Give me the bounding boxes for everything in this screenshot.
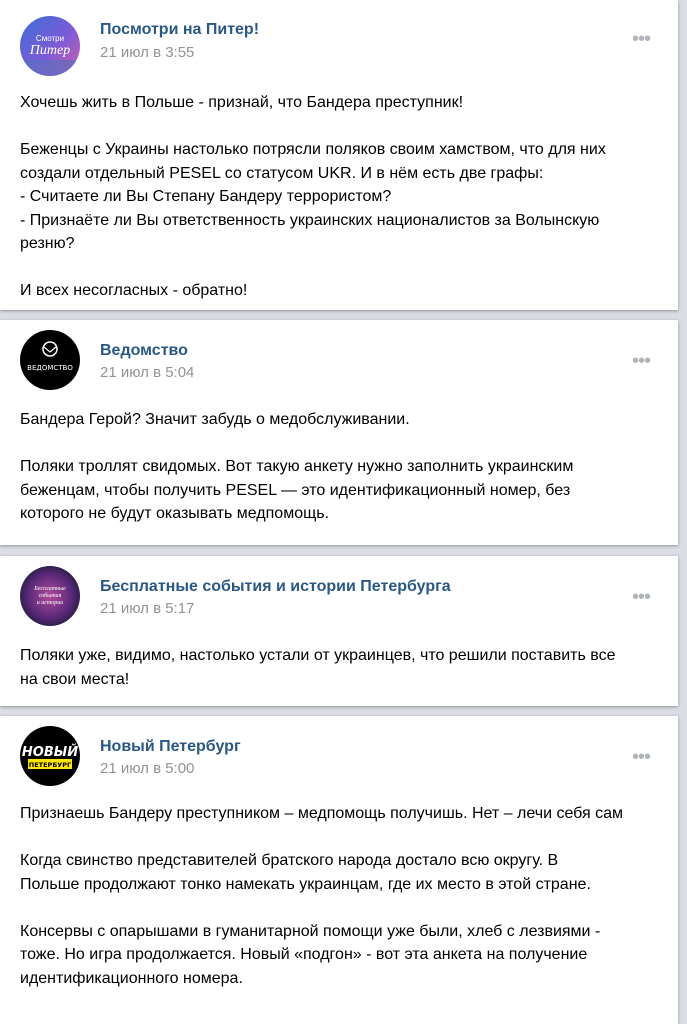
more-options-icon[interactable]: ••• — [632, 29, 651, 49]
post-paragraph: Консервы с опарышами в гуманитарной помо… — [20, 922, 601, 987]
avatar-logo-text-bottom: ПЕТЕРБУРГ — [29, 761, 71, 769]
community-avatar[interactable]: Смотри Питер — [20, 16, 80, 76]
community-avatar[interactable]: НОВЫЙ ПЕТЕРБУРГ — [20, 726, 80, 786]
svg-text:и истории: и истории — [37, 600, 64, 606]
avatar-logo-text-top: НОВЫЙ — [22, 744, 78, 760]
post-paragraph: Признаешь Бандеру преступником – медпомо… — [20, 805, 623, 822]
more-options-icon[interactable]: ••• — [632, 587, 651, 607]
community-avatar[interactable]: Бесплатные события и истории — [20, 566, 80, 626]
post-author[interactable]: Новый Петербург — [100, 738, 241, 756]
post-date[interactable]: 21 июл в 5:04 — [100, 364, 194, 381]
post-paragraph: Поляки уже, видимо, настолько устали от … — [20, 647, 616, 688]
post-card: НОВЫЙ ПЕТЕРБУРГ Новый Петербург 21 июл в… — [0, 716, 678, 1024]
post-date[interactable]: 21 июл в 5:17 — [100, 600, 194, 617]
post-text: Хочешь жить в Польше - признай, что Банд… — [20, 91, 658, 303]
post-author[interactable]: Посмотри на Питер! — [100, 21, 259, 39]
post-text: Признаешь Бандеру преступником – медпомо… — [20, 802, 658, 990]
svg-text:события: события — [39, 592, 62, 599]
post-date[interactable]: 21 июл в 3:55 — [100, 44, 194, 61]
post-author[interactable]: Ведомство — [100, 342, 188, 360]
post-paragraph: Беженцы с Украины настолько потрясли пол… — [20, 141, 606, 252]
avatar-logo-text-top: Смотри — [36, 34, 64, 43]
post-paragraph: Когда свинство представителей братского … — [20, 852, 591, 893]
post-date[interactable]: 21 июл в 5:00 — [100, 760, 194, 777]
post-author[interactable]: Бесплатные события и истории Петербурга — [100, 578, 451, 596]
avatar-logo-text: Бесплатные — [33, 586, 66, 592]
post-paragraph: Поляки троллят свидомых. Вот такую анкет… — [20, 458, 574, 522]
avatar-logo-text: ВЕДОМСТВО — [27, 364, 73, 372]
post-text: Бандера Герой? Значит забудь о медобслуж… — [20, 408, 658, 526]
post-text: Поляки уже, видимо, настолько устали от … — [20, 644, 658, 691]
avatar-logo-text-bottom: Питер — [29, 43, 70, 58]
community-avatar[interactable]: ВЕДОМСТВО — [20, 330, 80, 390]
more-options-icon[interactable]: ••• — [632, 351, 651, 371]
post-paragraph: Хочешь жить в Польше - признай, что Банд… — [20, 94, 464, 111]
post-paragraph: Бандера Герой? Значит забудь о медобслуж… — [20, 411, 410, 428]
post-card: ВЕДОМСТВО Ведомство 21 июл в 5:04 ••• Ба… — [0, 320, 678, 545]
post-card: Смотри Питер Посмотри на Питер! 21 июл в… — [0, 0, 678, 310]
post-paragraph: И всех несогласных - обратно! — [20, 282, 248, 299]
more-options-icon[interactable]: ••• — [632, 747, 651, 767]
post-card: Бесплатные события и истории Бесплатные … — [0, 556, 678, 706]
